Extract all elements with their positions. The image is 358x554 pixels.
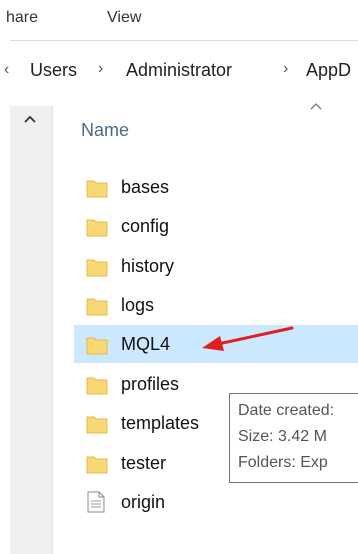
sort-ascending-icon: [310, 103, 322, 110]
item-name: origin: [121, 492, 166, 512]
column-header-name[interactable]: Name: [81, 120, 129, 141]
red-arrow-annotation-icon: [202, 326, 294, 351]
item-name: MQL4: [121, 334, 171, 354]
item-tooltip: Date created: Size: 3.42 M Folders: Exp: [229, 393, 358, 483]
breadcrumb-users[interactable]: Users: [30, 60, 77, 81]
ribbon-divider: [10, 40, 358, 41]
breadcrumb-separator-icon[interactable]: ›: [98, 60, 103, 78]
tab-view[interactable]: View: [107, 9, 141, 27]
breadcrumb-administrator[interactable]: Administrator: [126, 60, 232, 81]
breadcrumb-appdata[interactable]: AppD: [306, 60, 351, 81]
list-item[interactable]: config: [74, 207, 358, 245]
ribbon-tabs: hare View: [0, 0, 358, 40]
breadcrumb-overflow-chevron[interactable]: ‹: [4, 61, 9, 79]
list-item[interactable]: bases: [74, 168, 358, 206]
breadcrumb-separator-icon[interactable]: ›: [283, 60, 288, 78]
navigation-pane-scrollbar[interactable]: [10, 106, 53, 554]
item-name: tester: [121, 453, 167, 473]
tooltip-date-created: Date created:: [238, 402, 335, 419]
item-name: bases: [121, 177, 170, 197]
item-name: history: [121, 256, 175, 276]
folder-icon: [86, 377, 108, 395]
folder-icon: [86, 456, 108, 474]
tooltip-size: Size: 3.42 M: [238, 428, 327, 445]
folder-icon: [86, 416, 108, 434]
chevron-up-icon[interactable]: [23, 114, 37, 124]
item-name: templates: [121, 413, 200, 433]
address-bar[interactable]: ‹ Users › Administrator › AppD: [0, 57, 358, 85]
item-name: config: [121, 216, 170, 236]
list-item[interactable]: history: [74, 247, 358, 285]
tab-share[interactable]: hare: [6, 9, 38, 27]
folder-icon: [86, 219, 108, 237]
item-name: logs: [121, 295, 155, 315]
folder-icon: [86, 298, 108, 316]
list-item[interactable]: origin: [74, 483, 358, 521]
folder-icon: [86, 259, 108, 277]
folder-icon: [86, 337, 108, 355]
folder-icon: [86, 180, 108, 198]
tooltip-folders: Folders: Exp: [238, 454, 328, 471]
file-icon: [87, 491, 105, 513]
item-name: profiles: [121, 374, 180, 394]
